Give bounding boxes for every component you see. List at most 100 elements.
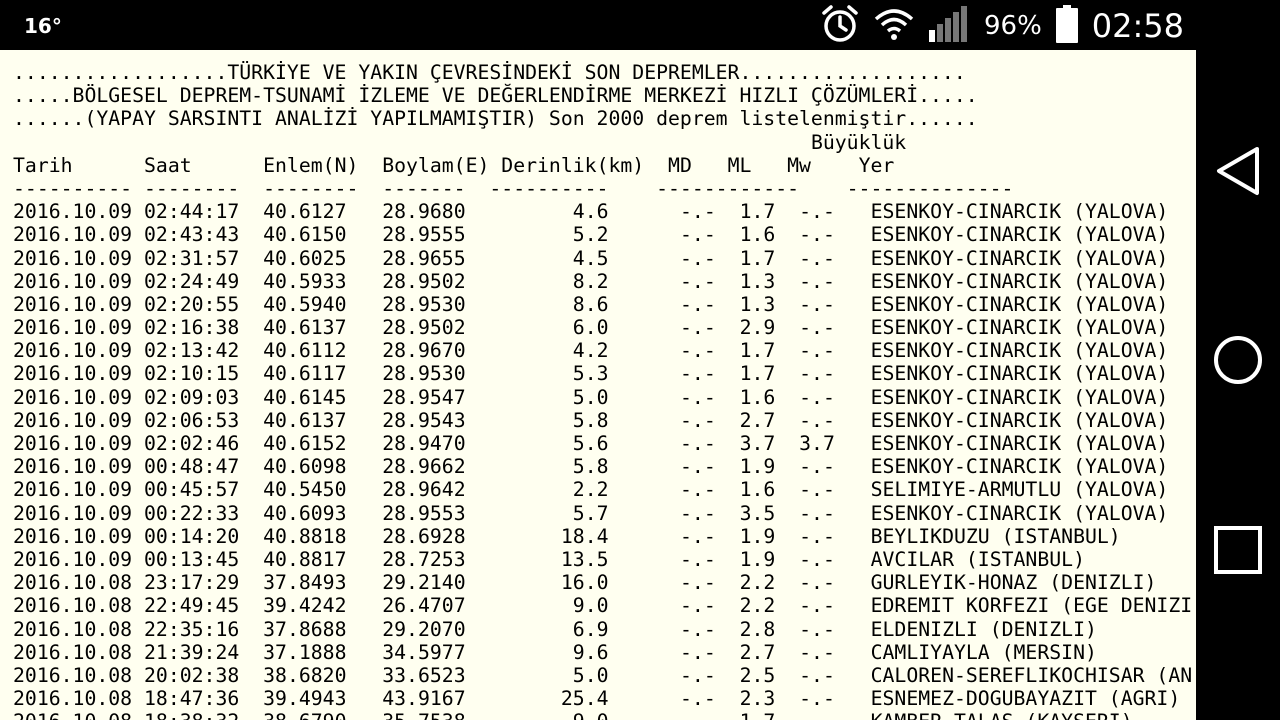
row-time: 00:48:47 (144, 455, 240, 479)
row-date: 2016.10.08 (13, 594, 133, 618)
row-time: 02:31:57 (144, 246, 240, 270)
row-date: 2016.10.09 (13, 455, 133, 479)
row-depth: 5.3 (477, 362, 609, 386)
row-md: -.- (680, 710, 716, 720)
column-header-location: Yer (858, 153, 895, 177)
row-mw: -.- (799, 292, 835, 316)
row-md: -.- (680, 501, 716, 525)
row-lon: 34.5977 (382, 640, 466, 664)
listing-header-line: .....BÖLGESEL DEPREM-TSUNAMİ İZLEME VE D… (13, 84, 978, 108)
row-location: ESENKOY-CINARCIK (YALOVA) (870, 455, 1169, 479)
recents-icon (1214, 526, 1262, 574)
row-lon: 28.6928 (382, 524, 466, 548)
row-md: -.- (680, 640, 716, 664)
row-date: 2016.10.09 (13, 339, 133, 363)
row-date: 2016.10.09 (13, 385, 133, 409)
row-md: -.- (680, 339, 716, 363)
row-mw: -.- (799, 640, 835, 664)
table-row: 2016.10.09 02:43:43 40.6150 28.9555 5.2 … (13, 223, 1192, 246)
row-mw: -.- (799, 501, 835, 525)
earthquake-listing: ..................TÜRKİYE VE YAKIN ÇEVRE… (13, 61, 1192, 720)
row-date: 2016.10.09 (13, 478, 133, 502)
row-date: 2016.10.08 (13, 640, 133, 664)
row-depth: 5.8 (477, 455, 609, 479)
status-icons: 96% 02:58 (820, 5, 1184, 46)
row-depth: 5.2 (477, 223, 609, 247)
back-button[interactable] (1196, 125, 1280, 215)
column-header-depth: Derinlik(km) (501, 153, 669, 177)
row-mw: -.- (799, 408, 835, 432)
row-lat: 40.8817 (263, 547, 347, 571)
row-ml: 2.7 (739, 408, 776, 432)
navigation-bar (1196, 50, 1280, 720)
table-row: 2016.10.08 21:39:24 37.1888 34.5977 9.6 … (13, 641, 1192, 664)
row-date: 2016.10.09 (13, 316, 133, 340)
row-lat: 40.5450 (263, 478, 347, 502)
row-depth: 13.5 (477, 547, 609, 571)
row-location: GURLEYIK-HONAZ (DENIZLI) (870, 571, 1157, 595)
column-header-time: Saat (144, 153, 264, 177)
back-icon (1217, 147, 1259, 195)
row-lat: 40.6117 (263, 362, 347, 386)
table-row: 2016.10.08 18:38:32 38.6790 35.7538 9.0 … (13, 710, 1192, 720)
weather-temperature: 16° (24, 14, 62, 38)
row-lat: 40.5940 (263, 292, 347, 316)
row-md: -.- (680, 478, 716, 502)
row-location: ELDENIZLI (DENIZLI) (870, 617, 1097, 641)
row-time: 02:13:42 (144, 339, 240, 363)
row-ml: 2.2 (739, 571, 776, 595)
row-depth: 9.0 (478, 710, 609, 720)
row-location: ESENKOY-CINARCIK (YALOVA) (870, 362, 1169, 386)
row-md: -.- (680, 316, 716, 340)
column-header-date: Tarih (13, 153, 145, 177)
table-row: 2016.10.09 00:22:33 40.6093 28.9553 5.7 … (13, 502, 1192, 525)
row-date: 2016.10.08 (13, 687, 133, 711)
row-location: SELIMIYE-ARMUTLU (YALOVA) (870, 478, 1169, 502)
row-md: -.- (680, 455, 716, 479)
row-ml: 1.7 (739, 246, 776, 270)
row-depth: 5.8 (477, 408, 609, 432)
column-header-lat: Enlem(N) (263, 153, 383, 177)
table-row: 2016.10.09 00:48:47 40.6098 28.9662 5.8 … (13, 455, 1192, 478)
row-date: 2016.10.09 (13, 362, 133, 386)
column-header-ml: ML (727, 153, 788, 177)
row-location: ESENKOY-CINARCIK (YALOVA) (870, 316, 1169, 340)
row-time: 02:06:53 (144, 408, 240, 432)
row-lon: 35.7538 (382, 710, 465, 720)
row-time: 02:43:43 (144, 223, 240, 247)
table-row: 2016.10.09 02:09:03 40.6145 28.9547 5.0 … (13, 386, 1192, 409)
row-md: -.- (680, 524, 716, 548)
table-row: 2016.10.09 02:24:49 40.5933 28.9502 8.2 … (13, 270, 1192, 293)
row-lat: 40.6137 (263, 408, 347, 432)
row-ml: 2.3 (739, 687, 776, 711)
row-lon: 28.9543 (382, 408, 466, 432)
row-location: ESENKOY-CINARCIK (YALOVA) (870, 339, 1169, 363)
row-mw: -.- (799, 478, 835, 502)
table-row: 2016.10.08 22:49:45 39.4242 26.4707 9.0 … (13, 594, 1192, 617)
row-date: 2016.10.09 (13, 223, 133, 247)
row-depth: 5.7 (477, 501, 609, 525)
magnitude-group-header: Büyüklük (13, 131, 1192, 154)
table-row: 2016.10.09 00:45:57 40.5450 28.9642 2.2 … (13, 478, 1192, 501)
row-lon: 28.9680 (382, 200, 466, 224)
row-md: -.- (680, 432, 716, 455)
table-row: 2016.10.08 18:47:36 39.4943 43.9167 25.4… (13, 687, 1192, 710)
row-lon: 29.2070 (382, 617, 466, 641)
row-ml: 1.9 (739, 455, 776, 479)
row-ml: 2.2 (739, 594, 776, 618)
row-ml: 2.9 (739, 316, 776, 340)
row-depth: 4.6 (477, 200, 609, 224)
row-ml: 3.5 (739, 501, 776, 525)
column-header-md: MD (668, 153, 728, 177)
row-md: -.- (680, 362, 716, 386)
earthquake-listing-page[interactable]: ..................TÜRKİYE VE YAKIN ÇEVRE… (0, 50, 1196, 720)
row-md: -.- (680, 223, 716, 247)
row-ml: 1.9 (739, 547, 776, 571)
recents-button[interactable] (1196, 504, 1280, 594)
row-location: ESENKOY-CINARCIK (YALOVA) (870, 408, 1169, 432)
home-button[interactable] (1196, 314, 1280, 404)
row-md: -.- (680, 385, 716, 409)
magnitude-group-label: Büyüklük (810, 130, 907, 154)
row-date: 2016.10.09 (13, 524, 133, 548)
row-md: -.- (680, 571, 716, 595)
